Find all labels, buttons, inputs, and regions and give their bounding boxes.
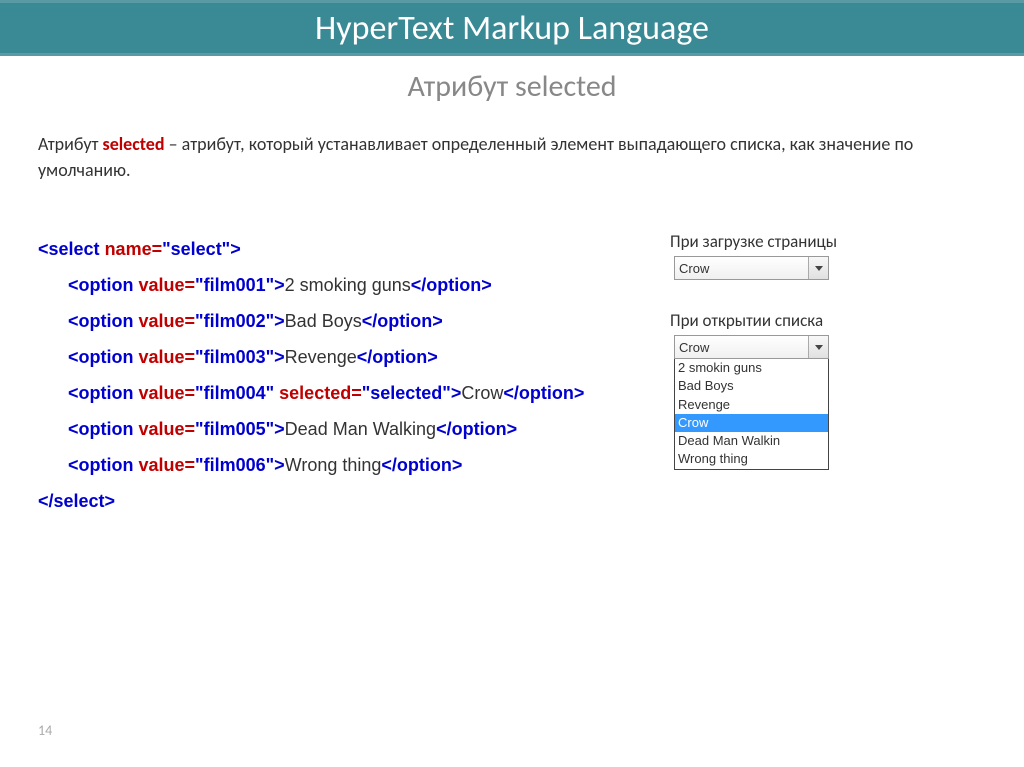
list-item[interactable]: Dead Man Walkin bbox=[675, 432, 828, 450]
code-options: <option value="film001">2 smoking guns</… bbox=[38, 267, 658, 483]
list-item[interactable]: Wrong thing bbox=[675, 450, 828, 468]
list-item[interactable]: 2 smokin guns bbox=[675, 359, 828, 377]
page-title: HyperText Markup Language bbox=[315, 8, 709, 49]
select-closed[interactable]: Crow bbox=[674, 256, 829, 280]
code-token: </select> bbox=[38, 491, 115, 511]
select-open-value: Crow bbox=[679, 340, 709, 355]
list-item[interactable]: Bad Boys bbox=[675, 377, 828, 395]
preview-col: При загрузке страницы Crow При открытии … bbox=[668, 231, 978, 519]
desc-pre: Атрибут bbox=[38, 133, 103, 155]
list-item[interactable]: Revenge bbox=[675, 396, 828, 414]
subtitle: Атрибут selected bbox=[0, 68, 1024, 105]
code-token: <select bbox=[38, 239, 105, 259]
select-open[interactable]: Crow bbox=[674, 335, 829, 359]
page-number: 14 bbox=[38, 722, 52, 739]
code-line: <option value="film001">2 smoking guns</… bbox=[68, 267, 658, 303]
desc-keyword: selected bbox=[103, 133, 165, 155]
code-line: <option value="film006">Wrong thing</opt… bbox=[68, 447, 658, 483]
code-token: > bbox=[230, 239, 241, 259]
desc-post: – атрибут, который устанавливает определ… bbox=[38, 133, 913, 181]
code-line: <option value="film004" selected="select… bbox=[68, 375, 658, 411]
chevron-down-icon[interactable] bbox=[808, 336, 828, 358]
code-line: <option value="film002">Bad Boys</option… bbox=[68, 303, 658, 339]
description: Атрибут selected – атрибут, который уста… bbox=[38, 131, 986, 183]
code-line: <option value="film005">Dead Man Walking… bbox=[68, 411, 658, 447]
code-block: <select name="select"> <option value="fi… bbox=[38, 231, 658, 519]
select-closed-value: Crow bbox=[679, 261, 709, 276]
title-bar: HyperText Markup Language bbox=[0, 0, 1024, 56]
closed-label: При загрузке страницы bbox=[670, 231, 978, 252]
code-token: "select" bbox=[162, 239, 230, 259]
code-token: name= bbox=[105, 239, 163, 259]
open-label: При открытии списка bbox=[670, 310, 978, 331]
code-line: <option value="film003">Revenge</option> bbox=[68, 339, 658, 375]
list-item[interactable]: Crow bbox=[675, 414, 828, 432]
dropdown-list[interactable]: 2 smokin gunsBad BoysRevengeCrowDead Man… bbox=[674, 359, 829, 470]
chevron-down-icon[interactable] bbox=[808, 257, 828, 279]
